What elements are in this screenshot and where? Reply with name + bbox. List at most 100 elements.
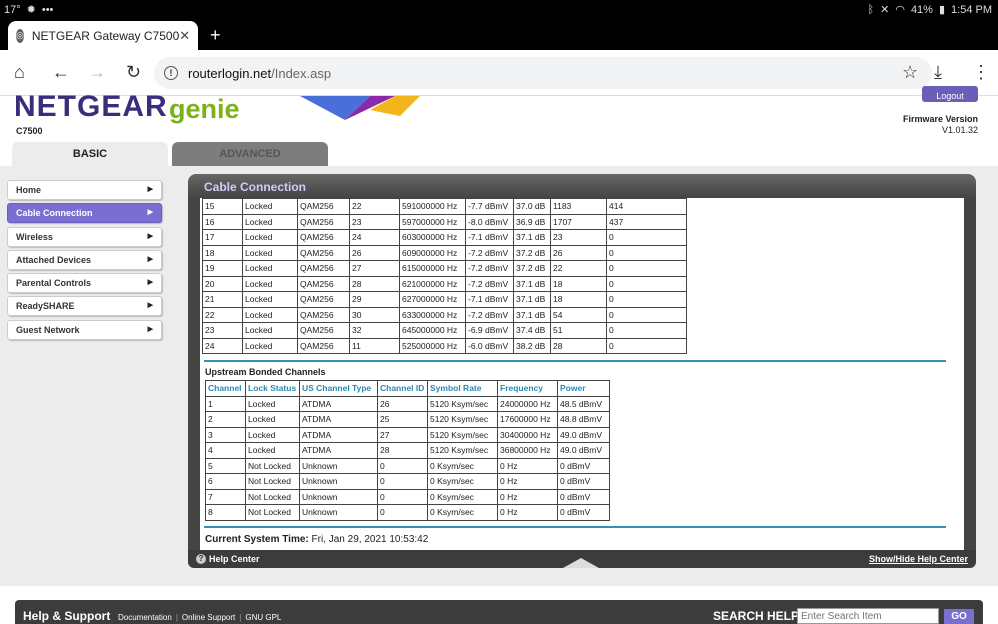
table-row: 22 Locked QAM256 30 633000000 Hz -7.2 dBmV 37.… bbox=[202, 306, 687, 323]
table-cell: 16 bbox=[202, 213, 243, 230]
table-cell: 51 bbox=[550, 322, 607, 339]
table-cell: 603000000 Hz bbox=[399, 229, 466, 246]
gnu-gpl-link[interactable]: GNU GPL bbox=[245, 613, 281, 622]
info-icon[interactable]: ! bbox=[164, 66, 178, 80]
table-cell: 23 bbox=[349, 213, 400, 230]
table-cell: 597000000 Hz bbox=[399, 213, 466, 230]
panel-title: Cable Connection bbox=[188, 174, 976, 198]
downstream-table: 15 Locked QAM256 22 591000000 Hz -7.7 dBmV 37.… bbox=[202, 198, 687, 354]
panel-body[interactable]: 15 Locked QAM256 22 591000000 Hz -7.7 dBmV 37.… bbox=[188, 198, 976, 550]
help-center-link[interactable]: ? Help Center bbox=[196, 550, 260, 568]
new-tab-button[interactable]: + bbox=[210, 26, 221, 44]
address-bar[interactable]: ! routerlogin.net/Index.asp bbox=[154, 57, 932, 89]
online-support-link[interactable]: Online Support bbox=[182, 613, 235, 622]
tab-basic[interactable]: BASIC bbox=[12, 142, 168, 166]
expand-arrow-icon[interactable] bbox=[563, 558, 599, 568]
help-support-title: Help & Support bbox=[23, 609, 111, 623]
column-header: Frequency bbox=[497, 380, 558, 397]
table-cell: 22 bbox=[202, 306, 243, 323]
table-cell: 28 bbox=[377, 442, 428, 459]
router-header: NETGEAR genie C7500 Logout Firmware Vers… bbox=[0, 86, 998, 166]
table-cell: 18 bbox=[550, 275, 607, 292]
table-cell: Unknown bbox=[299, 488, 378, 505]
table-cell: 21 bbox=[202, 291, 243, 308]
table-cell: Locked bbox=[242, 244, 298, 261]
close-tab-icon[interactable]: ✕ bbox=[179, 28, 190, 44]
go-button[interactable]: GO bbox=[944, 609, 974, 624]
sidebar-item-home[interactable]: Home ▶ bbox=[7, 180, 162, 200]
sidebar-item-label: Home bbox=[16, 185, 42, 195]
table-cell: 27 bbox=[349, 260, 400, 277]
table-cell: 3 bbox=[205, 426, 246, 443]
arrow-right-icon: ▶ bbox=[147, 255, 153, 263]
table-cell: Locked bbox=[242, 275, 298, 292]
table-cell: 0 bbox=[606, 275, 687, 292]
table-cell: 37.2 dB bbox=[513, 244, 551, 261]
table-cell: 48.8 dBmV bbox=[557, 411, 610, 428]
documentation-link[interactable]: Documentation bbox=[118, 613, 172, 622]
sidebar-item-parental-controls[interactable]: Parental Controls ▶ bbox=[7, 273, 162, 294]
sidebar-item-attached-devices[interactable]: Attached Devices ▶ bbox=[7, 249, 162, 270]
arrow-right-icon: ▶ bbox=[147, 302, 153, 310]
table-cell: 36800000 Hz bbox=[497, 442, 558, 459]
browser-tab[interactable]: ◎ NETGEAR Gateway C7500 ✕ bbox=[8, 21, 198, 50]
reload-icon[interactable]: ↻ bbox=[126, 61, 141, 83]
table-cell: 0 bbox=[377, 504, 428, 521]
table-row: 4 Locked ATDMA 28 5120 Ksym/sec 36800000 Hz 49… bbox=[205, 442, 610, 459]
help-bar: ? Help Center Show/Hide Help Center bbox=[188, 550, 976, 568]
table-cell: Unknown bbox=[299, 457, 378, 474]
sidebar-item-wireless[interactable]: Wireless ▶ bbox=[7, 226, 162, 247]
table-cell: ATDMA bbox=[299, 426, 378, 443]
table-cell: -7.2 dBmV bbox=[465, 306, 514, 323]
table-row: 17 Locked QAM256 24 603000000 Hz -7.1 dBmV 37.… bbox=[202, 229, 687, 246]
sidebar-item-readyshare[interactable]: ReadySHARE ▶ bbox=[7, 296, 162, 317]
logout-button[interactable]: Logout bbox=[922, 86, 978, 102]
table-cell: 54 bbox=[550, 306, 607, 323]
download-icon[interactable]: ⤓ bbox=[934, 61, 942, 83]
menu-icon[interactable]: ⋮ bbox=[972, 61, 990, 83]
table-row: 1 Locked ATDMA 26 5120 Ksym/sec 24000000 Hz 48… bbox=[205, 395, 610, 412]
table-cell: 37.0 dB bbox=[513, 198, 551, 215]
table-cell: 26 bbox=[349, 244, 400, 261]
table-cell: 5 bbox=[205, 457, 246, 474]
forward-icon[interactable]: → bbox=[88, 61, 106, 83]
table-cell: ATDMA bbox=[299, 442, 378, 459]
table-cell: 6 bbox=[205, 473, 246, 490]
search-help-input[interactable] bbox=[797, 608, 939, 624]
table-cell: QAM256 bbox=[297, 291, 350, 308]
table-cell: 0 Hz bbox=[497, 457, 558, 474]
more-icon: ••• bbox=[41, 3, 54, 16]
sidebar-item-cable-connection[interactable]: Cable Connection ▶ bbox=[7, 203, 162, 224]
arrow-right-icon: ▶ bbox=[147, 209, 153, 217]
table-cell: Unknown bbox=[299, 504, 378, 521]
star-icon[interactable]: ☆ bbox=[902, 61, 918, 83]
table-cell: Locked bbox=[242, 213, 298, 230]
table-cell: 414 bbox=[606, 198, 687, 215]
sidebar-item-guest-network[interactable]: Guest Network ▶ bbox=[7, 319, 162, 340]
table-cell: 0 bbox=[377, 488, 428, 505]
table-cell: 24 bbox=[202, 337, 243, 354]
divider bbox=[204, 526, 946, 528]
show-hide-help-link[interactable]: Show/Hide Help Center bbox=[869, 550, 968, 568]
tab-advanced[interactable]: ADVANCED bbox=[172, 142, 328, 166]
table-cell: Not Locked bbox=[245, 488, 300, 505]
home-icon[interactable]: ⌂ bbox=[14, 61, 25, 83]
table-cell: 28 bbox=[550, 337, 607, 354]
table-row: 15 Locked QAM256 22 591000000 Hz -7.7 dBmV 37.… bbox=[202, 198, 687, 215]
table-row: 5 Not Locked Unknown 0 0 Ksym/sec 0 Hz 0 dBmV bbox=[205, 457, 610, 474]
sidebar-item-label: ReadySHARE bbox=[16, 301, 75, 312]
table-row: 2 Locked ATDMA 25 5120 Ksym/sec 17600000 Hz 48… bbox=[205, 411, 610, 428]
table-cell: 615000000 Hz bbox=[399, 260, 466, 277]
table-cell: 37.1 dB bbox=[513, 229, 551, 246]
upstream-table: Channel Lock Status US Channel Type Channel… bbox=[205, 380, 610, 521]
table-cell: 32 bbox=[349, 322, 400, 339]
table-cell: 20 bbox=[202, 275, 243, 292]
table-cell: 591000000 Hz bbox=[399, 198, 466, 215]
back-icon[interactable]: ← bbox=[52, 61, 70, 83]
table-cell: Locked bbox=[242, 260, 298, 277]
table-cell: Locked bbox=[242, 337, 298, 354]
firmware-label: Firmware Version bbox=[902, 114, 978, 124]
table-row: 23 Locked QAM256 32 645000000 Hz -6.9 dBmV 37.… bbox=[202, 322, 687, 339]
table-cell: 1707 bbox=[550, 213, 607, 230]
table-cell: Locked bbox=[245, 426, 300, 443]
